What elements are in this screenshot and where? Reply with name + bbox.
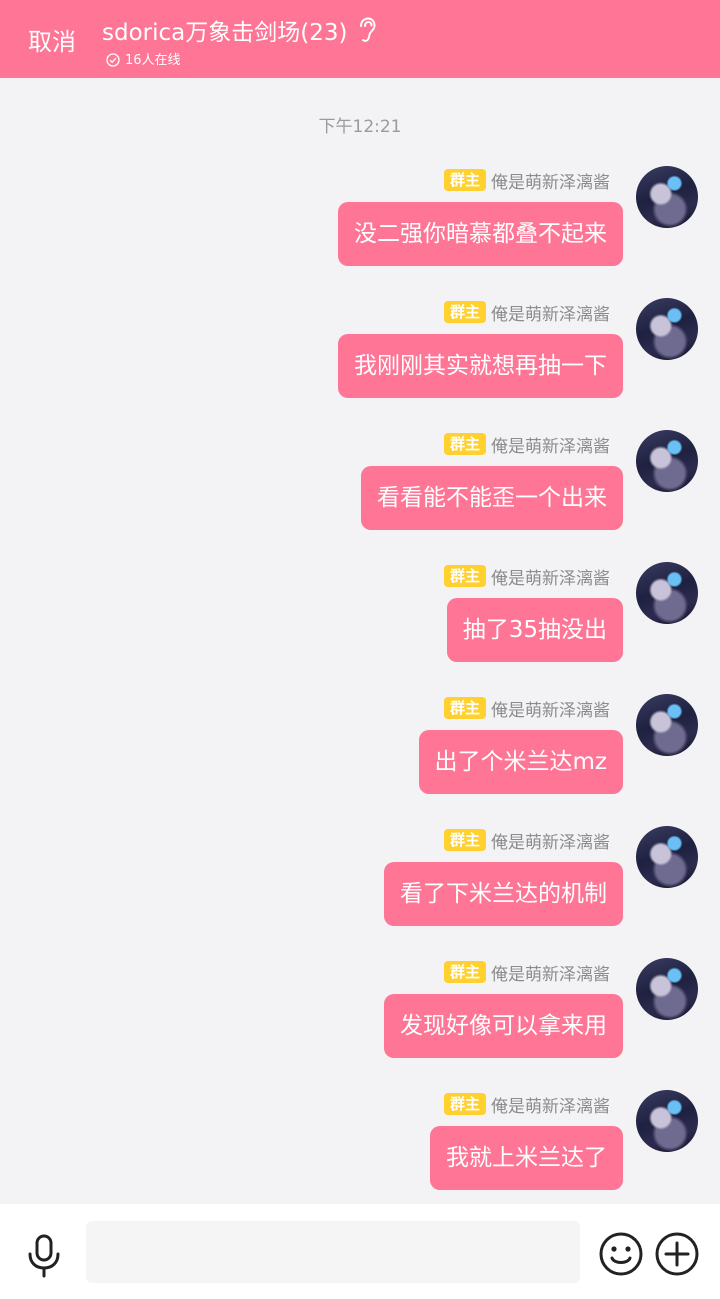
message-bubble[interactable]: 看了下米兰达的机制 bbox=[384, 862, 623, 926]
owner-badge: 群主 bbox=[443, 433, 486, 455]
sender-name: 俺是萌新泽漓酱 bbox=[491, 832, 610, 853]
avatar[interactable] bbox=[636, 298, 698, 360]
message-item: 群主 俺是萌新泽漓酱 看看能不能歪一个出来 bbox=[0, 430, 720, 550]
owner-badge: 群主 bbox=[443, 697, 486, 719]
message-bubble[interactable]: 抽了35抽没出 bbox=[446, 598, 623, 662]
sender-name: 俺是萌新泽漓酱 bbox=[491, 304, 610, 325]
message-bubble[interactable]: 看看能不能歪一个出来 bbox=[361, 466, 623, 530]
message-timestamp: 下午12:21 bbox=[318, 117, 402, 137]
ear-icon[interactable] bbox=[357, 17, 377, 43]
message-bubble[interactable]: 我刚刚其实就想再抽一下 bbox=[338, 334, 623, 398]
message-bubble[interactable]: 发现好像可以拿来用 bbox=[384, 994, 623, 1058]
online-count: 16人在线 bbox=[125, 53, 181, 68]
emoji-icon[interactable] bbox=[598, 1231, 644, 1277]
sender-name: 俺是萌新泽漓酱 bbox=[491, 172, 610, 193]
avatar[interactable] bbox=[636, 826, 698, 888]
message-item: 群主 俺是萌新泽漓酱 看了下米兰达的机制 bbox=[0, 826, 720, 946]
sender-name: 俺是萌新泽漓酱 bbox=[491, 1096, 610, 1117]
sender-name: 俺是萌新泽漓酱 bbox=[491, 436, 610, 457]
owner-badge: 群主 bbox=[443, 169, 486, 191]
owner-badge: 群主 bbox=[443, 565, 486, 587]
sender-name: 俺是萌新泽漓酱 bbox=[491, 964, 610, 985]
header-bar: 取消 sdorica万象击剑场(23) 16人在线 bbox=[0, 0, 720, 78]
avatar[interactable] bbox=[636, 694, 698, 756]
online-check-icon bbox=[106, 52, 120, 67]
sender-name: 俺是萌新泽漓酱 bbox=[491, 700, 610, 721]
message-item: 群主 俺是萌新泽漓酱 我就上米兰达了 bbox=[0, 1090, 720, 1204]
message-bubble[interactable]: 出了个米兰达mz bbox=[418, 730, 623, 794]
owner-badge: 群主 bbox=[443, 1093, 486, 1115]
message-item: 群主 俺是萌新泽漓酱 没二强你暗慕都叠不起来 bbox=[0, 166, 720, 286]
avatar[interactable] bbox=[636, 1090, 698, 1152]
message-bubble[interactable]: 没二强你暗慕都叠不起来 bbox=[338, 202, 623, 266]
message-item: 群主 俺是萌新泽漓酱 我刚刚其实就想再抽一下 bbox=[0, 298, 720, 418]
owner-badge: 群主 bbox=[443, 301, 486, 323]
message-item: 群主 俺是萌新泽漓酱 出了个米兰达mz bbox=[0, 694, 720, 814]
avatar[interactable] bbox=[636, 166, 698, 228]
microphone-icon[interactable] bbox=[24, 1234, 64, 1278]
avatar[interactable] bbox=[636, 958, 698, 1020]
sender-name: 俺是萌新泽漓酱 bbox=[491, 568, 610, 589]
group-title: sdorica万象击剑场(23) bbox=[102, 20, 348, 46]
message-input[interactable] bbox=[86, 1221, 580, 1283]
message-item: 群主 俺是萌新泽漓酱 发现好像可以拿来用 bbox=[0, 958, 720, 1078]
chat-title-area[interactable]: sdorica万象击剑场(23) 16人在线 bbox=[102, 13, 377, 68]
input-bar bbox=[0, 1204, 720, 1299]
avatar[interactable] bbox=[636, 430, 698, 492]
message-item: 群主 俺是萌新泽漓酱 抽了35抽没出 bbox=[0, 562, 720, 682]
message-list[interactable]: 下午12:21 群主 俺是萌新泽漓酱 没二强你暗慕都叠不起来 群主 俺是萌新泽漓酱 … bbox=[0, 78, 720, 1204]
owner-badge: 群主 bbox=[443, 961, 486, 983]
owner-badge: 群主 bbox=[443, 829, 486, 851]
cancel-button[interactable]: 取消 bbox=[28, 22, 76, 57]
avatar[interactable] bbox=[636, 562, 698, 624]
message-bubble[interactable]: 我就上米兰达了 bbox=[430, 1126, 623, 1190]
plus-icon[interactable] bbox=[654, 1231, 700, 1277]
